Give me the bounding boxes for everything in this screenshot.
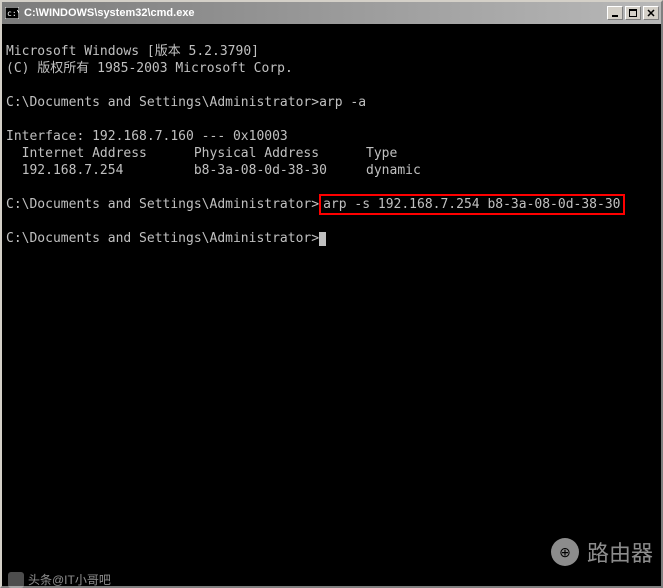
prompt: C:\Documents and Settings\Administrator> <box>6 197 319 212</box>
cmd-icon: c:\ <box>4 5 20 21</box>
terminal-line: C:\Documents and Settings\Administrator> <box>6 231 326 246</box>
svg-text:c:\: c:\ <box>7 9 19 18</box>
footer-tag: 头条@IT小哥吧 <box>8 571 111 588</box>
titlebar[interactable]: c:\ C:\WINDOWS\system32\cmd.exe <box>2 2 661 24</box>
terminal-line: C:\Documents and Settings\Administrator>… <box>6 95 366 110</box>
close-button[interactable] <box>643 6 659 20</box>
terminal-line: Interface: 192.168.7.160 --- 0x10003 <box>6 129 288 144</box>
command: arp -a <box>319 95 366 110</box>
terminal-line: C:\Documents and Settings\Administrator>… <box>6 197 625 212</box>
watermark: ⊕ 路由器 <box>551 536 653 568</box>
terminal-line: Internet Address Physical Address Type <box>6 146 397 161</box>
prompt: C:\Documents and Settings\Administrator> <box>6 95 319 110</box>
terminal-line: (C) 版权所有 1985-2003 Microsoft Corp. <box>6 61 293 76</box>
footer-text: 头条@IT小哥吧 <box>28 571 111 588</box>
footer-logo-icon <box>8 572 24 588</box>
highlighted-command: arp -s 192.168.7.254 b8-3a-08-0d-38-30 <box>319 194 624 215</box>
cmd-window: c:\ C:\WINDOWS\system32\cmd.exe Microsof… <box>0 0 663 588</box>
prompt: C:\Documents and Settings\Administrator> <box>6 231 319 246</box>
terminal-output[interactable]: Microsoft Windows [版本 5.2.3790] (C) 版权所有… <box>2 24 661 586</box>
terminal-line: 192.168.7.254 b8-3a-08-0d-38-30 dynamic <box>6 163 421 178</box>
watermark-text: 路由器 <box>587 536 653 568</box>
watermark-logo-icon: ⊕ <box>551 538 579 566</box>
cursor <box>319 232 326 246</box>
maximize-button[interactable] <box>625 6 641 20</box>
terminal-line: Microsoft Windows [版本 5.2.3790] <box>6 44 259 59</box>
minimize-button[interactable] <box>607 6 623 20</box>
titlebar-buttons <box>605 6 659 20</box>
titlebar-text: C:\WINDOWS\system32\cmd.exe <box>24 7 605 19</box>
